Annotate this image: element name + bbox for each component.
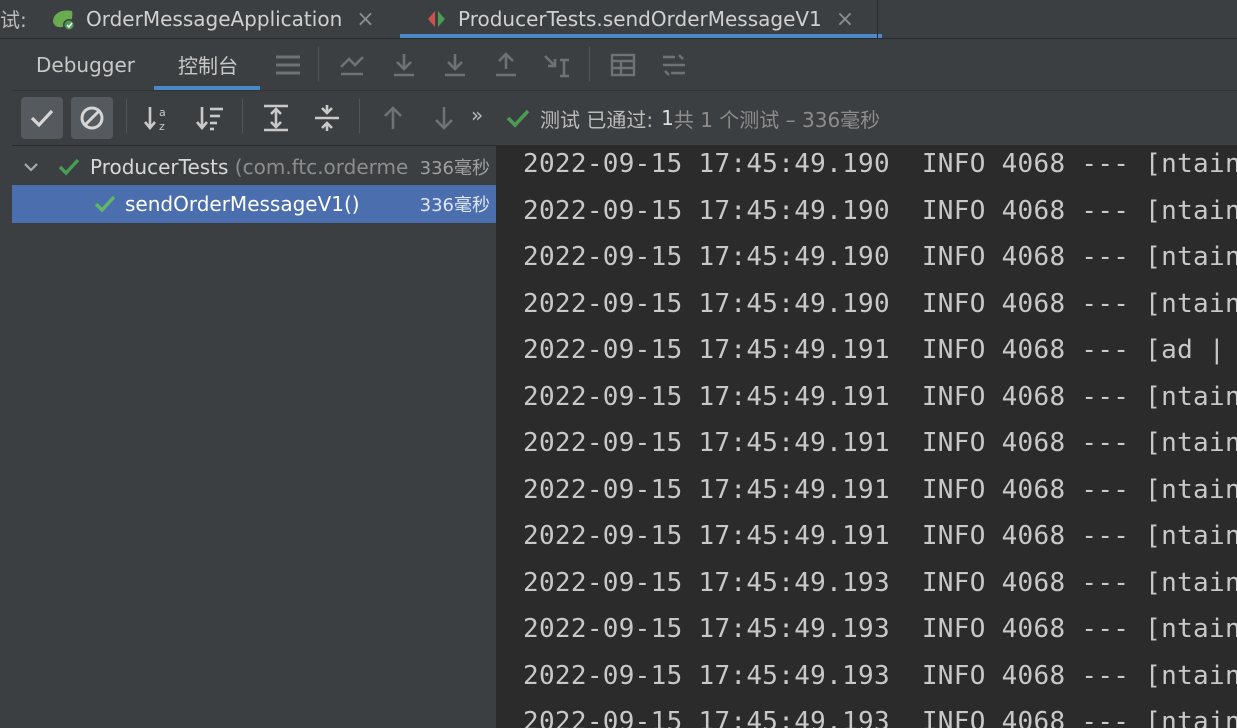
toolbar-separator [589, 47, 590, 81]
previous-failed-icon[interactable] [379, 104, 407, 132]
run-tabs-bar: 试: OrderMessageApplication × ProducerTes… [0, 0, 1237, 39]
tab-debugger-label: Debugger [36, 52, 135, 77]
console-line: 2022-09-15 17:45:49.190 INFO 4068 --- [n… [523, 242, 1237, 272]
step-over-icon[interactable] [390, 51, 418, 79]
sort-by-duration-icon[interactable] [196, 104, 224, 132]
menu-lines-icon[interactable] [274, 51, 302, 79]
svg-text:a: a [159, 106, 166, 119]
show-passed-icon[interactable] [21, 97, 63, 139]
test-toolbar: az » 测试 已通过: 1 共 1 个测试 – 336毫秒 [12, 91, 1237, 146]
console-line: 2022-09-15 17:45:49.191 INFO 4068 --- [n… [523, 521, 1237, 551]
show-ignored-icon[interactable] [71, 97, 113, 139]
pass-check-icon [58, 157, 80, 181]
tab-debugger[interactable]: Debugger [36, 39, 135, 90]
console-line: 2022-09-15 17:45:49.193 INFO 4068 --- [n… [523, 567, 1237, 598]
toolbar-separator [126, 99, 127, 133]
chevron-down-icon[interactable] [22, 157, 40, 181]
toolbar-separator [318, 47, 319, 81]
tab-order-message-application[interactable]: OrderMessageApplication × [52, 0, 375, 38]
tree-item-label: sendOrderMessageV1() [125, 192, 360, 216]
step-out-icon[interactable] [492, 51, 520, 79]
tab-console[interactable]: 控制台 [154, 39, 260, 90]
status-passed-label: 测试 已通过: [540, 107, 654, 132]
tab-label: OrderMessageApplication [86, 7, 343, 31]
collapse-all-icon[interactable] [313, 104, 341, 132]
debug-toolbar: Debugger 控制台 [12, 39, 1237, 91]
status-summary: 共 1 个测试 – 336毫秒 [673, 107, 881, 132]
test-duration: 336毫秒 [419, 195, 490, 216]
status-count: 1 [661, 106, 674, 130]
spring-boot-icon [50, 8, 78, 37]
package-name: (com.ftc.orderme [228, 155, 409, 179]
next-failed-icon[interactable] [430, 104, 458, 132]
expand-all-icon[interactable] [262, 104, 290, 132]
console-line: 2022-09-15 17:45:49.191 INFO 4068 --- [a… [523, 335, 1225, 365]
close-icon[interactable]: × [836, 7, 854, 32]
toolbar-separator [359, 99, 360, 133]
tree-row-producer-tests[interactable]: ProducerTests (com.ftc.orderme 336毫秒 [12, 148, 496, 186]
test-duration: 336毫秒 [419, 158, 490, 179]
run-test-icon [426, 9, 448, 34]
toolbar-separator [242, 99, 243, 133]
test-tree: ProducerTests (com.ftc.orderme 336毫秒 sen… [12, 146, 497, 728]
console-line: 2022-09-15 17:45:49.190 INFO 4068 --- [n… [523, 195, 1237, 226]
close-icon[interactable]: × [356, 7, 374, 32]
tree-row-send-order-message-v1[interactable]: sendOrderMessageV1() 336毫秒 [12, 185, 496, 223]
step-into-icon[interactable] [441, 51, 469, 79]
show-execution-point-icon[interactable] [338, 51, 366, 79]
run-to-cursor-icon[interactable] [543, 51, 571, 79]
run-label: 试: [0, 8, 27, 32]
pass-check-icon [94, 194, 116, 218]
console-line: 2022-09-15 17:45:49.191 INFO 4068 --- [n… [523, 381, 1237, 412]
test-status: 测试 已通过: 1 共 1 个测试 – 336毫秒 [506, 91, 880, 145]
tree-item-label: ProducerTests (com.ftc.orderme [90, 155, 412, 179]
evaluate-expression-icon[interactable] [609, 51, 637, 79]
trace-icon[interactable] [660, 51, 688, 79]
tab-producer-tests[interactable]: ProducerTests.sendOrderMessageV1 × [399, 0, 883, 38]
more-actions-icon[interactable]: » [471, 103, 483, 127]
console-line: 2022-09-15 17:45:49.191 INFO 4068 --- [n… [523, 428, 1237, 458]
console-line: 2022-09-15 17:45:49.193 INFO 4068 --- [n… [523, 660, 1237, 691]
console-line: 2022-09-15 17:45:49.193 INFO 4068 --- [n… [523, 707, 1237, 728]
console-line: 2022-09-15 17:45:49.190 INFO 4068 --- [n… [523, 149, 1237, 179]
svg-text:z: z [159, 120, 165, 132]
console-output[interactable]: 2022-09-15 17:45:49.190 INFO 4068 --- [n… [497, 146, 1237, 728]
console-line: 2022-09-15 17:45:49.190 INFO 4068 --- [n… [523, 288, 1237, 319]
tab-separator [877, 0, 878, 38]
console-line: 2022-09-15 17:45:49.193 INFO 4068 --- [n… [523, 614, 1237, 644]
class-name: ProducerTests [90, 155, 229, 179]
sort-alphabetically-icon[interactable]: az [144, 104, 172, 132]
tab-console-label: 控制台 [178, 54, 238, 78]
tab-label: ProducerTests.sendOrderMessageV1 [458, 7, 822, 31]
pass-check-icon [506, 108, 530, 128]
console-line: 2022-09-15 17:45:49.191 INFO 4068 --- [n… [523, 474, 1237, 505]
